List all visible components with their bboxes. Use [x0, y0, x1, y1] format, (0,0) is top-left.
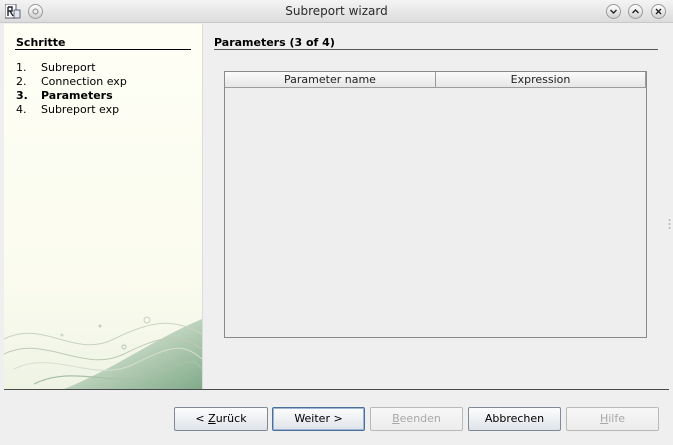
decorative-swirl-graphic	[4, 316, 202, 389]
step-label: Subreport	[41, 61, 96, 74]
steps-heading-divider	[15, 49, 191, 50]
parameters-table[interactable]: Parameter name Expression	[224, 71, 647, 338]
finish-button-label: eenden	[399, 412, 441, 425]
steps-heading: Schritte	[16, 36, 66, 49]
step-number: 1.	[16, 61, 27, 74]
finish-button-mnemonic: B	[392, 412, 400, 425]
help-button-mnemonic: H	[599, 412, 609, 425]
step-number: 2.	[16, 75, 27, 88]
resize-grip-icon	[668, 219, 671, 229]
page-title: Parameters (3 of 4)	[214, 36, 335, 49]
column-header-expression[interactable]: Expression	[436, 72, 646, 88]
back-button-mnemonic: Z	[208, 412, 216, 425]
step-item-parameters: 3. Parameters	[16, 89, 127, 103]
page-title-divider	[214, 49, 658, 50]
back-button-label: urück	[215, 412, 247, 425]
next-button[interactable]: Weiter >	[272, 407, 365, 431]
step-number: 3.	[16, 89, 28, 102]
column-header-parameter-name[interactable]: Parameter name	[225, 72, 436, 88]
step-number: 4.	[16, 103, 27, 116]
minimize-icon[interactable]	[606, 4, 621, 19]
maximize-icon[interactable]	[628, 4, 643, 19]
title-bar: Subreport wizard	[0, 0, 673, 23]
step-item-subreport-exp: 4. Subreport exp	[16, 103, 127, 117]
finish-button[interactable]: Beenden	[370, 407, 463, 431]
step-label: Connection exp	[41, 75, 127, 88]
help-button-label: ilfe	[608, 412, 626, 425]
table-header: Parameter name Expression	[225, 72, 646, 88]
next-button-label: Weiter >	[294, 412, 343, 425]
sidebar-divider	[202, 24, 203, 389]
cancel-button-label: Abbrechen	[484, 412, 545, 425]
close-icon[interactable]	[651, 4, 666, 19]
cancel-button[interactable]: Abbrechen	[468, 407, 561, 431]
window-title: Subreport wizard	[285, 4, 388, 18]
step-label: Parameters	[41, 89, 113, 102]
steps-list: 1. Subreport 2. Connection exp 3. Parameter…	[16, 61, 127, 117]
button-bar-divider	[4, 389, 669, 390]
step-label: Subreport exp	[41, 103, 120, 116]
help-button[interactable]: Hilfe	[566, 407, 659, 431]
step-item-subreport: 1. Subreport	[16, 61, 127, 75]
back-button[interactable]: < Zurück	[174, 407, 268, 431]
table-body[interactable]	[225, 88, 646, 337]
steps-sidebar: Schritte 1. Subreport 2. Connection exp 3.…	[4, 24, 202, 389]
step-item-connection-exp: 2. Connection exp	[16, 75, 127, 89]
back-button-prefix: <	[195, 412, 209, 425]
